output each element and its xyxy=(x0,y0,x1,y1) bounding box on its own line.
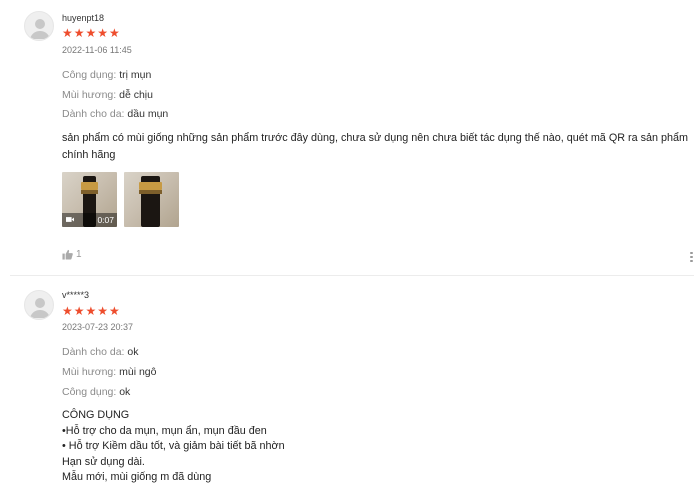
review-username[interactable]: huyenpt18 xyxy=(62,13,104,23)
attribute-row: Công dụng: ok xyxy=(62,386,130,398)
video-duration: 0:07 xyxy=(97,215,114,225)
star-rating: ★★★★★ xyxy=(62,26,121,40)
attribute-value: dễ chịu xyxy=(119,89,153,101)
attribute-label: Mùi hương: xyxy=(62,89,117,101)
like-button[interactable]: 1 xyxy=(62,249,82,260)
review-text-line: •Hỗ trợ cho da mụn, mụn ẩn, mụn đầu đen xyxy=(62,424,267,437)
review-video-thumbnail[interactable]: 0:07 xyxy=(62,172,117,227)
review-username[interactable]: v*****3 xyxy=(62,290,89,300)
review-text-line: sản phẩm có mùi giống những sản phẩm trư… xyxy=(62,132,689,144)
video-overlay: 0:07 xyxy=(62,213,117,227)
attribute-row: Công dụng: trị mụn xyxy=(62,69,151,81)
thumbs-up-icon xyxy=(62,249,73,260)
review-text-line: • Hỗ trợ Kiềm dầu tốt, và giảm bài tiết … xyxy=(62,440,285,452)
review-text-line: CÔNG DỤNG xyxy=(62,409,130,421)
attribute-label: Dành cho da: xyxy=(62,108,125,120)
review-text-line: Mẫu mới, mùi giống m đã dùng xyxy=(62,471,212,483)
attribute-row: Mùi hương: dễ chịu xyxy=(62,89,153,101)
review-text-line: Hạn sử dụng dài. xyxy=(62,455,145,468)
review-text: sản phẩm có mùi giống những sản phẩm trư… xyxy=(62,130,692,164)
attribute-label: Dành cho da: xyxy=(62,346,125,358)
attribute-row: Dành cho da: ok xyxy=(62,346,138,358)
bottle-cap-ring xyxy=(81,190,98,194)
review-datetime: 2023-07-23 20:37 xyxy=(62,322,134,332)
attribute-label: Công dụng: xyxy=(62,386,117,398)
attribute-row: Dành cho da: dầu mụn xyxy=(62,108,168,120)
review-datetime: 2022-11-06 11:45 xyxy=(62,45,132,55)
attribute-row: Mùi hương: mùi ngô xyxy=(62,366,156,378)
user-avatar-icon[interactable] xyxy=(24,11,54,41)
star-rating: ★★★★★ xyxy=(62,304,121,318)
bottle-cap xyxy=(139,182,162,190)
attribute-value: mùi ngô xyxy=(119,366,157,378)
review-text-line: chính hãng xyxy=(62,149,116,161)
bottle-cap-ring xyxy=(139,190,162,194)
attribute-label: Mùi hương: xyxy=(62,366,117,378)
video-icon xyxy=(66,217,74,222)
more-options-icon[interactable] xyxy=(690,250,694,264)
attribute-value: ok xyxy=(127,346,139,358)
attribute-label: Công dụng: xyxy=(62,69,117,81)
review-photo-thumbnail[interactable] xyxy=(124,172,179,227)
attribute-value: trị mụn xyxy=(119,69,152,81)
attribute-value: dầu mụn xyxy=(127,108,169,120)
attribute-value: ok xyxy=(119,386,131,398)
like-count: 1 xyxy=(76,249,82,260)
user-avatar-icon[interactable] xyxy=(24,290,54,320)
review-text: CÔNG DỤNG •Hỗ trợ cho da mụn, mụn ẩn, mụ… xyxy=(62,408,692,486)
bottle-cap xyxy=(81,182,98,190)
review-divider xyxy=(10,275,694,276)
